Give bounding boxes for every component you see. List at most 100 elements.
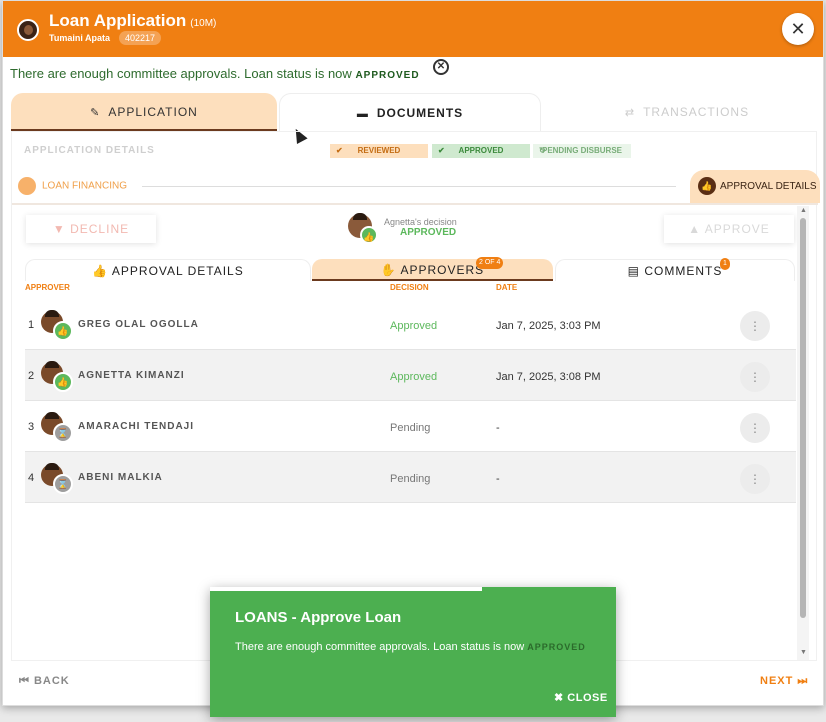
- row-number: 1: [28, 319, 35, 331]
- table-row[interactable]: 2 👍 AGNETTA KIMANZI Approved Jan 7, 2025…: [25, 350, 796, 401]
- col-header-approver: APPROVER: [25, 283, 70, 292]
- subtab-approvers-label: APPROVERS: [400, 263, 485, 277]
- comments-icon: ▤: [627, 264, 645, 278]
- tab-transactions-label: TRANSACTIONS: [643, 105, 750, 119]
- section-label: APPLICATION DETAILS: [24, 145, 155, 156]
- close-icon: ✕: [790, 19, 806, 39]
- step-approved: ✔ APPROVED: [432, 144, 530, 158]
- tab-transactions[interactable]: ⇄ TRANSACTIONS: [557, 93, 817, 131]
- toast-progress-bar: [210, 587, 482, 591]
- approver-decision: Approved: [390, 371, 438, 383]
- back-label: BACK: [33, 675, 70, 687]
- transactions-icon: ⇄: [624, 107, 636, 119]
- approver-name: AMARACHI TENDAJI: [78, 421, 194, 432]
- thumbs-up-icon: 👍: [53, 372, 73, 392]
- status-message-text: There are enough committee approvals. Lo…: [10, 66, 352, 81]
- more-options-icon[interactable]: ⋮: [740, 464, 770, 494]
- subtab-approval-details-label: APPROVAL DETAILS: [111, 264, 244, 278]
- application-id-badge: 402217: [119, 31, 162, 45]
- step-pending-disburse: ↻ PENDING DISBURSE: [533, 144, 631, 158]
- more-options-icon[interactable]: ⋮: [740, 413, 770, 443]
- col-header-date: DATE: [496, 283, 518, 292]
- step-reviewed: ✔ REVIEWED: [330, 144, 428, 158]
- dismiss-status-icon[interactable]: ✕: [433, 59, 449, 75]
- applicant-name: Tumaini Apata: [49, 33, 111, 43]
- subtab-comments-label: COMMENTS: [644, 264, 723, 278]
- toast-message-text: There are enough committee approvals. Lo…: [235, 641, 525, 653]
- decline-label: DECLINE: [70, 222, 130, 236]
- toast-close-label: CLOSE: [567, 692, 608, 704]
- tab-documents[interactable]: ▬ DOCUMENTS: [279, 93, 541, 131]
- tab-application[interactable]: ✎ APPLICATION: [11, 93, 277, 131]
- more-options-icon[interactable]: ⋮: [740, 311, 770, 341]
- dialog-title: Loan Application (10M): [49, 11, 216, 31]
- hourglass-icon: ⌛: [53, 474, 73, 494]
- approver-decision: Pending: [390, 422, 431, 434]
- approver-name: ABENI MALKIA: [78, 472, 163, 483]
- next-label: NEXT: [760, 675, 794, 687]
- toast-title: LOANS - Approve Loan: [235, 609, 402, 626]
- loan-financing-step[interactable]: LOAN FINANCING: [18, 177, 127, 195]
- more-options-icon[interactable]: ⋮: [740, 362, 770, 392]
- approve-label: APPROVE: [704, 222, 770, 236]
- step-reviewed-label: REVIEWED: [357, 146, 401, 155]
- decision-value: APPROVED: [400, 227, 457, 238]
- status-message-status: APPROVED: [355, 70, 420, 81]
- thumbs-up-icon: 👍: [92, 264, 112, 278]
- application-panel: APPLICATION DETAILS ✔ REVIEWED ✔ APPROVED …: [11, 131, 820, 661]
- close-icon: ✖: [554, 692, 568, 704]
- hourglass-icon: ⌛: [53, 423, 73, 443]
- approver-decision: Approved: [390, 320, 438, 332]
- approval-details-step[interactable]: 👍 APPROVAL DETAILS: [690, 170, 820, 203]
- row-number: 4: [28, 472, 35, 484]
- toast-message: There are enough committee approvals. Lo…: [235, 641, 586, 653]
- next-button[interactable]: NEXT ⏭: [760, 675, 808, 688]
- progress-line: [142, 186, 676, 187]
- skip-back-icon: ⏮: [19, 675, 34, 687]
- thumbs-up-icon: 👍: [53, 321, 73, 341]
- approvers-icon: ✋: [380, 263, 401, 277]
- toast-notification: LOANS - Approve Loan There are enough co…: [210, 587, 616, 717]
- approvers-count-badge: 2 OF 4: [476, 257, 504, 269]
- title-suffix: (10M): [190, 18, 217, 29]
- subtab-approvers[interactable]: ✋ APPROVERS 2 OF 4: [312, 257, 553, 281]
- tab-application-label: APPLICATION: [108, 105, 198, 119]
- toast-close-button[interactable]: ✖ CLOSE: [554, 691, 608, 704]
- panel-divider: [12, 203, 818, 205]
- loan-financing-label: LOAN FINANCING: [42, 180, 128, 192]
- approved-thumb-icon: 👍: [360, 226, 378, 244]
- decline-button[interactable]: ▼ DECLINE: [26, 215, 156, 243]
- table-row[interactable]: 4 ⌛ ABENI MALKIA Pending - ⋮: [25, 452, 796, 503]
- thumbs-down-icon: ▼: [52, 222, 71, 236]
- approver-name: GREG OLAL OGOLLA: [78, 319, 199, 330]
- panel-scrollbar[interactable]: ▲ ▼: [797, 206, 809, 660]
- decision-name: Agnetta's decision: [384, 217, 457, 227]
- subtab-approval-details[interactable]: 👍 APPROVAL DETAILS: [25, 259, 311, 281]
- approver-decision: Pending: [390, 473, 431, 485]
- back-button[interactable]: ⏮ BACK: [19, 675, 70, 688]
- step-approved-label: APPROVED: [458, 146, 504, 155]
- approver-date: Jan 7, 2025, 3:03 PM: [496, 320, 601, 332]
- skip-forward-icon: ⏭: [793, 675, 809, 687]
- loan-financing-icon: [18, 177, 36, 195]
- col-header-decision: DECISION: [390, 283, 429, 292]
- row-number: 2: [28, 370, 35, 382]
- scroll-down-icon[interactable]: ▼: [800, 649, 807, 656]
- applicant-avatar: [17, 19, 39, 41]
- scroll-up-icon[interactable]: ▲: [800, 207, 807, 214]
- table-row[interactable]: 1 👍 GREG OLAL OGOLLA Approved Jan 7, 202…: [25, 299, 796, 350]
- approver-date: Jan 7, 2025, 3:08 PM: [496, 371, 601, 383]
- tab-documents-label: DOCUMENTS: [376, 106, 464, 120]
- scroll-thumb[interactable]: [800, 218, 806, 618]
- close-dialog-button[interactable]: ✕: [782, 13, 814, 45]
- approver-date: -: [496, 422, 500, 434]
- thumbs-up-icon: ▲: [688, 222, 705, 236]
- status-message: There are enough committee approvals. Lo…: [10, 66, 420, 81]
- comments-count-badge: 1: [720, 258, 730, 270]
- title-text: Loan Application: [49, 11, 187, 30]
- approval-details-step-label: APPROVAL DETAILS: [720, 181, 817, 192]
- approve-button[interactable]: ▲ APPROVE: [664, 215, 794, 243]
- subtab-comments[interactable]: ▤ COMMENTS 1: [555, 258, 795, 281]
- sub-tabs: 👍 APPROVAL DETAILS ✋ APPROVERS 2 OF 4 ▤ …: [25, 257, 795, 281]
- table-row[interactable]: 3 ⌛ AMARACHI TENDAJI Pending - ⋮: [25, 401, 796, 452]
